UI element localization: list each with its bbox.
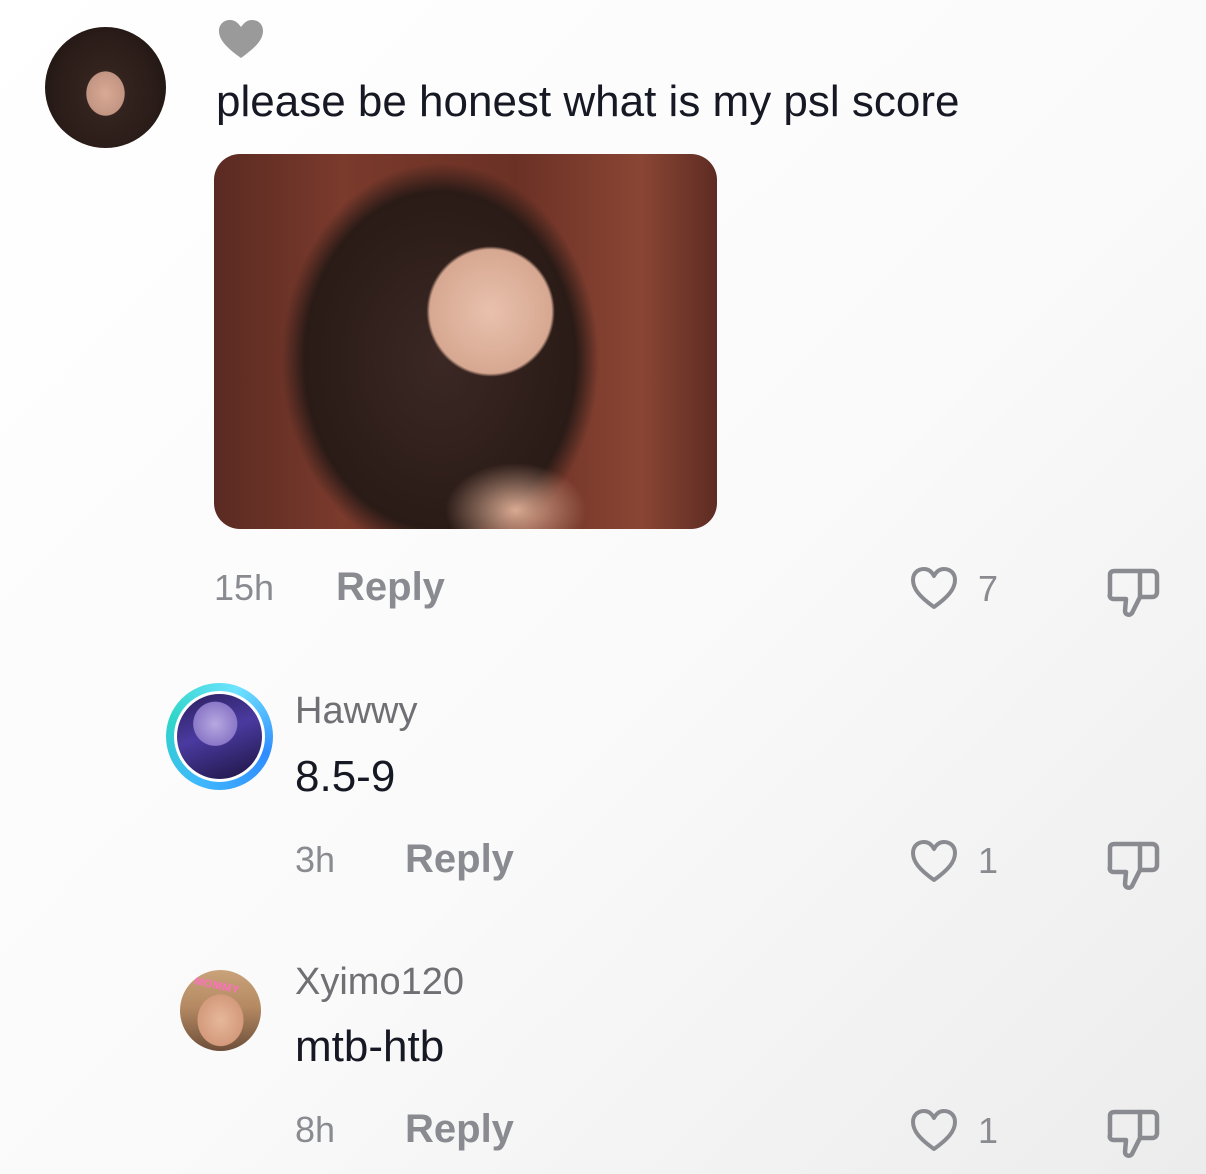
thumbs-down-outline-icon[interactable] [1104,840,1162,892]
reply-time: 8h [295,1109,336,1150]
reply-avatar[interactable] [166,683,273,790]
like-count: 7 [978,568,999,609]
reply-button[interactable]: Reply [336,567,445,607]
heart-outline-icon[interactable] [909,1107,959,1153]
reply-avatar-image [174,691,265,782]
comment-photo[interactable] [214,154,717,529]
comment-text: please be honest what is my psl score [216,77,960,126]
reply-avatar[interactable]: MOMMY [180,970,261,1051]
avatar-tag-text: MOMMY [193,975,241,997]
reply-button[interactable]: Reply [405,1109,514,1149]
thumbs-down-outline-icon[interactable] [1104,1108,1162,1160]
reply-button[interactable]: Reply [405,839,514,879]
like-count: 1 [978,840,999,881]
reply-time: 3h [295,839,336,880]
reply-text: mtb-htb [295,1022,445,1071]
reply-username[interactable]: Xyimo120 [295,963,464,1001]
commenter-avatar[interactable] [45,27,166,148]
thumbs-down-outline-icon[interactable] [1104,567,1162,619]
heart-badge-icon [217,18,265,60]
heart-outline-icon[interactable] [909,565,959,611]
like-count: 1 [978,1110,999,1151]
comment-time: 15h [214,567,275,608]
reply-username[interactable]: Hawwy [295,692,417,730]
heart-outline-icon[interactable] [909,838,959,884]
reply-text: 8.5-9 [295,752,396,801]
